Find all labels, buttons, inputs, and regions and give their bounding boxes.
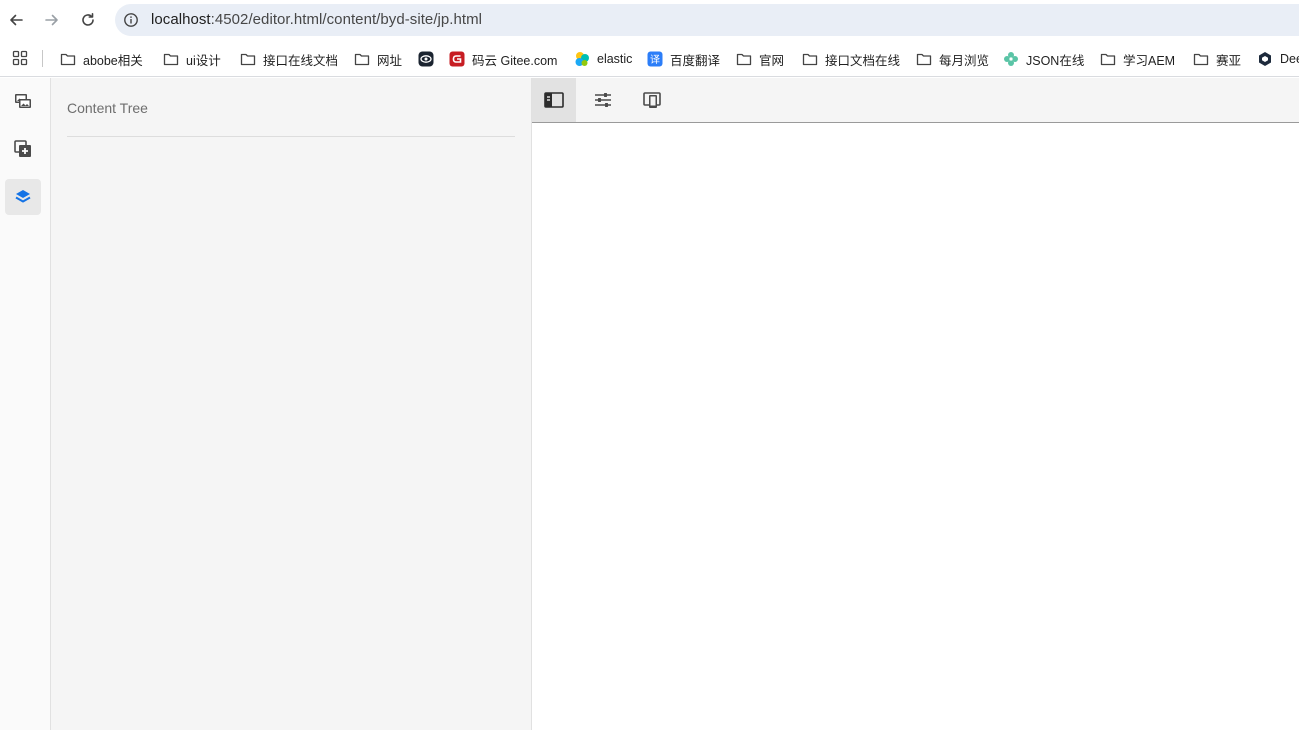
folder-icon [354, 51, 370, 67]
bookmark-eye-site[interactable] [418, 48, 441, 70]
sliders-icon [595, 93, 611, 107]
panel-divider [67, 136, 515, 137]
bookmark-elastic[interactable]: elastic [574, 48, 632, 70]
eye-logo-icon [418, 51, 434, 67]
bookmark-label: abobe相关 [83, 53, 143, 68]
bookmark-label: 网址 [377, 53, 403, 68]
svg-text:译: 译 [650, 54, 660, 66]
device-preview-icon [643, 92, 661, 108]
emulator-button[interactable] [630, 78, 674, 122]
bookmark-label: JSON在线 [1026, 53, 1085, 68]
bookmark-gitee[interactable]: 码云 Gitee.com [449, 48, 557, 70]
folder-icon [802, 51, 818, 67]
folder-icon [60, 51, 76, 67]
bookmark-urls[interactable]: 网址 [354, 48, 402, 70]
side-panel-icon [544, 92, 564, 108]
back-button[interactable] [4, 8, 28, 32]
bookmark-label: 接口文档在线 [825, 53, 901, 68]
page-canvas[interactable] [532, 123, 1299, 730]
address-bar[interactable]: localhost:4502/editor.html/content/byd-s… [115, 4, 1299, 36]
bookmark-saiya[interactable]: 赛亚 [1193, 48, 1241, 70]
forward-button[interactable] [40, 8, 64, 32]
components-add-icon [14, 140, 31, 157]
bookmark-ui-design[interactable]: ui设计 [163, 48, 221, 70]
elastic-logo-icon [574, 51, 590, 67]
bookmark-learn-aem[interactable]: 学习AEM [1100, 48, 1175, 70]
components-button[interactable] [5, 131, 41, 167]
bookmarks-bar: abobe相关 ui设计 接口在线文档 网址 码云 Gitee.com elas… [0, 40, 1299, 77]
bookmark-label: 百度翻译 [670, 53, 721, 68]
content-tree-panel: Content Tree [51, 78, 532, 730]
assets-button[interactable] [5, 83, 41, 119]
reload-button[interactable] [76, 8, 100, 32]
bookmark-label: ui设计 [186, 53, 221, 68]
page-properties-button[interactable] [581, 78, 625, 122]
bookmark-label: Dee [1280, 52, 1299, 66]
browser-toolbar: localhost:4502/editor.html/content/byd-s… [0, 0, 1299, 40]
bookmark-json-online[interactable]: JSON在线 [1003, 48, 1084, 70]
bookmark-baidu-translate[interactable]: 译 百度翻译 [647, 48, 720, 70]
url-path: :4502/editor.html/content/byd-site/jp.ht… [210, 11, 483, 28]
bookmark-label: 每月浏览 [939, 53, 990, 68]
bookmark-label: 码云 Gitee.com [472, 53, 558, 68]
bookmark-label: 赛亚 [1216, 53, 1242, 68]
bookmark-monthly[interactable]: 每月浏览 [916, 48, 989, 70]
url-host: localhost [151, 11, 211, 28]
folder-icon [916, 51, 932, 67]
arrow-right-icon [45, 14, 58, 26]
panel-title: Content Tree [67, 100, 148, 116]
folder-icon [240, 51, 256, 67]
bookmark-abobe[interactable]: abobe相关 [60, 48, 143, 70]
toggle-side-panel-button[interactable] [532, 78, 576, 122]
bookmark-official-site[interactable]: 官网 [736, 48, 784, 70]
arrow-left-icon [10, 14, 23, 26]
bookmark-label: elastic [597, 52, 633, 66]
site-info-icon[interactable] [123, 12, 139, 28]
folder-icon [163, 51, 179, 67]
folder-icon [1100, 51, 1116, 67]
apps-grid-icon[interactable] [12, 50, 28, 66]
reload-icon [82, 13, 94, 26]
editor-toolbar [532, 78, 1299, 123]
url-text[interactable]: localhost:4502/editor.html/content/byd-s… [151, 11, 482, 28]
translate-logo-icon: 译 [647, 51, 663, 67]
bookmark-label: 学习AEM [1123, 53, 1176, 68]
bookmark-label: 官网 [759, 53, 785, 68]
gitee-logo-icon [449, 51, 465, 67]
folder-icon [736, 51, 752, 67]
deepseek-logo-icon [1257, 51, 1273, 67]
bookmark-label: 接口在线文档 [263, 53, 339, 68]
assets-icon [15, 94, 31, 108]
layers-icon [15, 190, 31, 203]
json-logo-icon [1003, 51, 1019, 67]
folder-icon [1193, 51, 1209, 67]
bookmark-deepseek[interactable]: Dee [1257, 48, 1299, 70]
bookmarks-separator [42, 50, 43, 67]
content-tree-button[interactable] [5, 179, 41, 215]
bookmark-docs-online[interactable]: 接口文档在线 [802, 48, 900, 70]
side-rail [0, 78, 51, 730]
bookmark-api-docs-online[interactable]: 接口在线文档 [240, 48, 338, 70]
